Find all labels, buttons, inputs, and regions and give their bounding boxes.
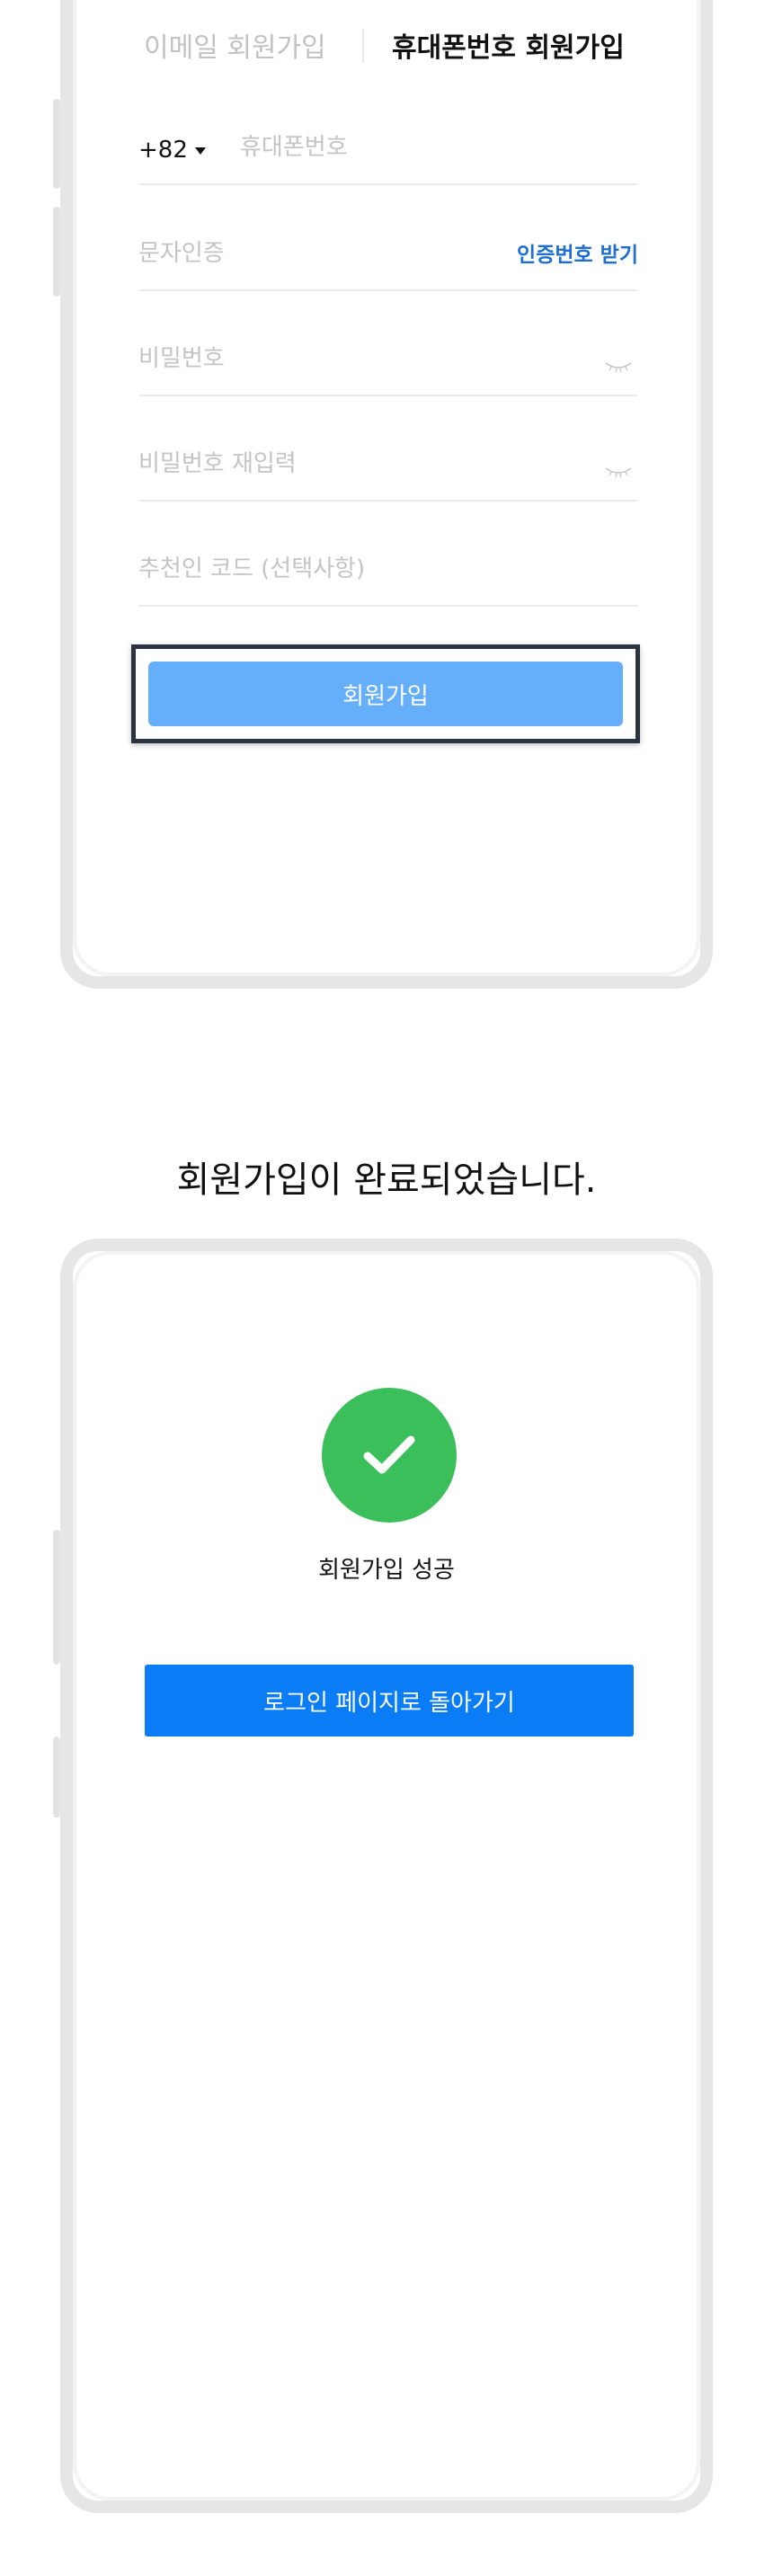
phone-side-button [53, 207, 60, 297]
phone-frame-success: 회원가입 성공 로그인 페이지로 돌아가기 [53, 1239, 713, 2513]
eye-closed-icon[interactable] [604, 466, 633, 478]
chevron-down-icon [194, 147, 206, 155]
eye-closed-icon[interactable] [604, 360, 633, 373]
password-confirm-field[interactable]: 비밀번호 재입력 [138, 428, 638, 502]
phone-frame-signup: 이메일 회원가입 휴대폰번호 회원가입 +82 휴대폰번호 문자인증 인증번호 … [53, 0, 713, 989]
password-confirm-input[interactable]: 비밀번호 재입력 [138, 445, 297, 478]
phone-side-button [53, 99, 60, 189]
submit-highlight: 회원가입 [131, 644, 640, 743]
phone-side-button [53, 1530, 60, 1665]
back-to-login-button[interactable]: 로그인 페이지로 돌아가기 [145, 1665, 634, 1737]
referral-code-input[interactable]: 추천인 코드 (선택사항) [138, 550, 365, 583]
tab-email-signup[interactable]: 이메일 회원가입 [144, 22, 326, 76]
phone-number-field[interactable]: +82 휴대폰번호 [138, 111, 638, 185]
signup-submit-button[interactable]: 회원가입 [148, 662, 623, 726]
tab-phone-signup[interactable]: 휴대폰번호 회원가입 [392, 22, 625, 76]
request-code-button[interactable]: 인증번호 받기 [517, 237, 638, 268]
phone-number-input[interactable]: 휴대폰번호 [240, 129, 348, 162]
success-badge [322, 1388, 457, 1523]
completion-caption: 회원가입이 완료되었습니다. [176, 1159, 597, 1201]
password-field[interactable]: 비밀번호 [138, 323, 638, 396]
referral-code-field[interactable]: 추천인 코드 (선택사항) [138, 533, 638, 607]
success-message: 회원가입 성공 [318, 1557, 455, 1584]
country-code-select[interactable]: +82 [138, 137, 206, 164]
country-code-value: +82 [138, 137, 188, 164]
phone-side-button [53, 1737, 60, 1817]
sms-verification-field[interactable]: 문자인증 인증번호 받기 [138, 218, 638, 291]
checkmark-icon [363, 1435, 415, 1474]
sms-code-input[interactable]: 문자인증 [138, 235, 225, 268]
signup-tabs: 이메일 회원가입 휴대폰번호 회원가입 [73, 22, 700, 76]
password-input[interactable]: 비밀번호 [138, 340, 225, 373]
tab-divider [362, 29, 364, 63]
